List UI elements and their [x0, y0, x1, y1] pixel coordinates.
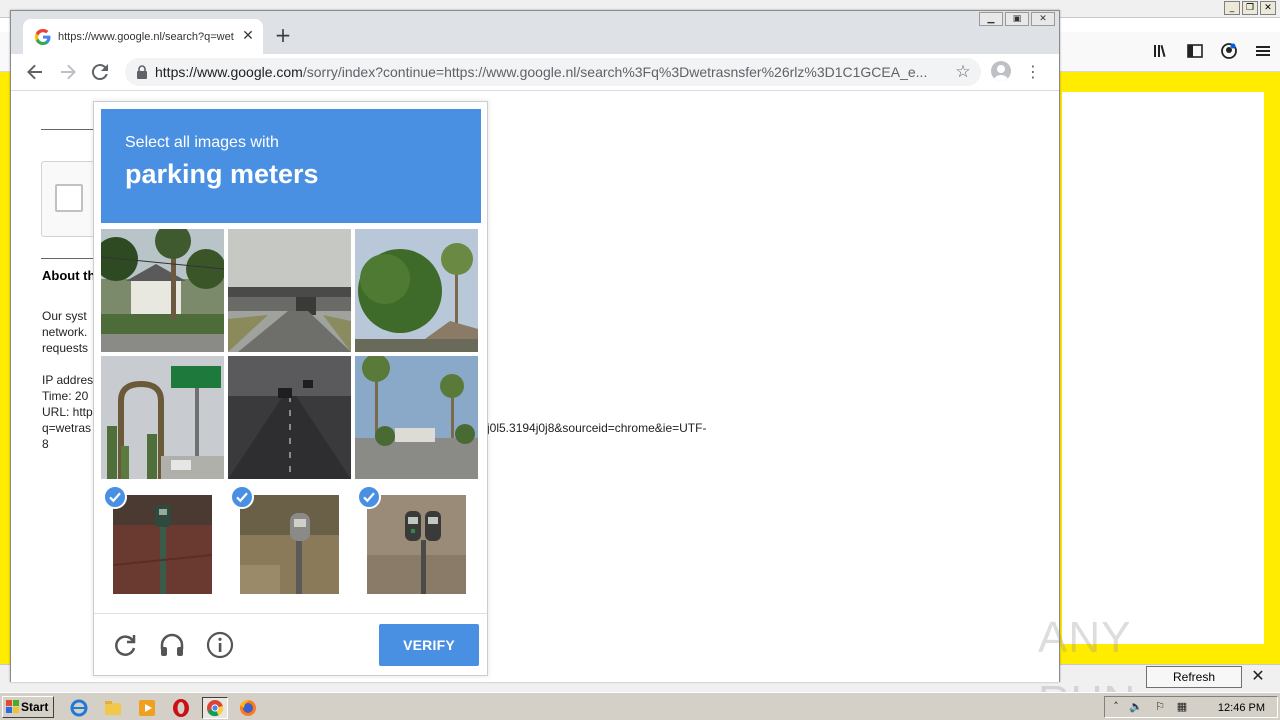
captcha-tile[interactable] [355, 229, 478, 352]
minimize-button[interactable]: _ [1224, 1, 1240, 15]
taskbar: Start ˄ 🔈 ⚐ ▦ 12:46 PM [0, 692, 1280, 720]
kebab-menu-icon[interactable]: ⋮ [1025, 60, 1041, 84]
recaptcha-checkbox[interactable] [55, 184, 83, 212]
address-bar[interactable]: https://www.google.com/sorry/index?conti… [125, 58, 981, 86]
url-line-2: q=wetras [42, 421, 92, 435]
chrome-taskbar-button[interactable] [202, 697, 228, 719]
maximize-button[interactable]: ▣ [1005, 12, 1029, 26]
start-label: Start [21, 700, 49, 714]
start-button[interactable]: Start [2, 696, 54, 718]
tab-title: https://www.google.nl/search?q=wetrasnsf… [58, 31, 234, 43]
reload-icon[interactable] [111, 631, 139, 659]
firefox-window-controls: _ ❐ ✕ [1224, 1, 1276, 15]
close-button[interactable]: ✕ [1260, 1, 1276, 15]
ip-address-line: IP addres [42, 373, 94, 387]
url-path: /sorry/index?continue=https://www.google… [302, 64, 928, 80]
firefox-page-panel [1062, 92, 1264, 644]
volume-icon[interactable]: 🔈 [1129, 700, 1143, 714]
anyrun-watermark: ANY RUN [1038, 613, 1135, 720]
parking-meter-image [113, 495, 212, 594]
captcha-tile[interactable] [101, 229, 224, 352]
media-player-icon[interactable] [136, 697, 158, 719]
lock-icon [137, 65, 147, 79]
internet-explorer-icon[interactable] [68, 697, 90, 719]
captcha-footer: VERIFY [94, 613, 487, 675]
recaptcha-widget [41, 161, 101, 237]
bookmark-star-icon[interactable]: ☆ [953, 62, 973, 82]
info-icon[interactable] [206, 631, 234, 659]
headphones-icon[interactable] [158, 631, 186, 659]
body-text-line: Our syst [42, 309, 87, 323]
road-tunnel-image [228, 356, 351, 479]
chrome-toolbar: https://www.google.com/sorry/index?conti… [11, 54, 1059, 91]
captcha-tile[interactable] [101, 356, 224, 479]
about-heading: About th [42, 268, 96, 283]
notification-close-icon[interactable]: ✕ [1250, 668, 1266, 684]
opera-icon[interactable] [170, 697, 192, 719]
chrome-icon [207, 700, 224, 717]
clock[interactable]: 12:46 PM [1218, 699, 1265, 717]
firefox-toolbar-icons [1152, 42, 1272, 60]
show-hidden-icons-icon[interactable]: ˄ [1109, 700, 1123, 714]
library-icon[interactable] [1152, 42, 1170, 60]
body-text-line: requests [42, 341, 89, 355]
captcha-tile[interactable] [355, 356, 478, 479]
hamburger-menu-icon[interactable] [1254, 42, 1272, 60]
tree-and-palm-image [355, 229, 478, 352]
captcha-target: parking meters [125, 159, 319, 189]
captcha-tile[interactable] [228, 229, 351, 352]
captcha-tile-selected[interactable] [228, 483, 351, 606]
new-tab-icon[interactable]: + [273, 25, 293, 45]
palm-street-image [355, 356, 478, 479]
time-line: Time: 20 [42, 389, 89, 403]
url-line-tail: j0l5.3194j0j8&sourceid=chrome&ie=UTF- [487, 421, 707, 435]
back-icon[interactable] [23, 60, 47, 84]
url-host: https://www.google.com [155, 64, 303, 80]
divider [41, 129, 97, 130]
parking-meter-image [240, 495, 339, 594]
cactus-and-street-sign-image [101, 356, 224, 479]
google-favicon-icon [35, 29, 51, 45]
tab-close-icon[interactable]: ✕ [239, 27, 257, 45]
network-icon[interactable]: ▦ [1175, 700, 1189, 714]
url-line: URL: http [42, 405, 93, 419]
body-text-line: network. [42, 325, 88, 339]
divider [41, 258, 97, 259]
profile-avatar-icon[interactable] [991, 61, 1011, 81]
url-text: https://www.google.com/sorry/index?conti… [155, 63, 935, 81]
action-center-flag-icon[interactable]: ⚐ [1153, 700, 1167, 714]
checkmark-icon [357, 485, 381, 509]
browser-tab[interactable]: https://www.google.nl/search?q=wetrasnsf… [23, 19, 263, 54]
restore-button[interactable]: ❐ [1242, 1, 1258, 15]
house-with-palms-image [101, 229, 224, 352]
double-parking-meter-image [367, 495, 466, 594]
captcha-tile[interactable] [228, 356, 351, 479]
close-button[interactable]: ✕ [1031, 12, 1055, 26]
system-tray: ˄ 🔈 ⚐ ▦ 12:46 PM [1104, 696, 1278, 718]
firefox-taskbar-button[interactable] [236, 697, 262, 719]
captcha-challenge: Select all images with parking meters VE… [93, 101, 488, 676]
highway-overpass-image [228, 229, 351, 352]
forward-icon[interactable] [56, 60, 80, 84]
chrome-window-controls: ▁ ▣ ✕ [979, 12, 1055, 26]
tab-strip: https://www.google.nl/search?q=wetrasnsf… [11, 11, 1059, 54]
captcha-tile-selected[interactable] [355, 483, 478, 606]
minimize-button[interactable]: ▁ [979, 12, 1003, 26]
account-icon[interactable] [1220, 42, 1238, 60]
verify-button[interactable]: VERIFY [379, 624, 479, 666]
checkmark-icon [230, 485, 254, 509]
url-line-3: 8 [42, 437, 49, 451]
folder-icon[interactable] [102, 697, 124, 719]
checkmark-icon [103, 485, 127, 509]
captcha-tile-selected[interactable] [101, 483, 224, 606]
sidebar-icon[interactable] [1186, 42, 1204, 60]
captcha-header: Select all images with parking meters [101, 109, 481, 223]
reload-page-icon[interactable] [88, 60, 112, 84]
firefox-icon [240, 699, 256, 716]
windows-logo-icon [6, 700, 19, 713]
captcha-instruction: Select all images with [125, 134, 279, 151]
